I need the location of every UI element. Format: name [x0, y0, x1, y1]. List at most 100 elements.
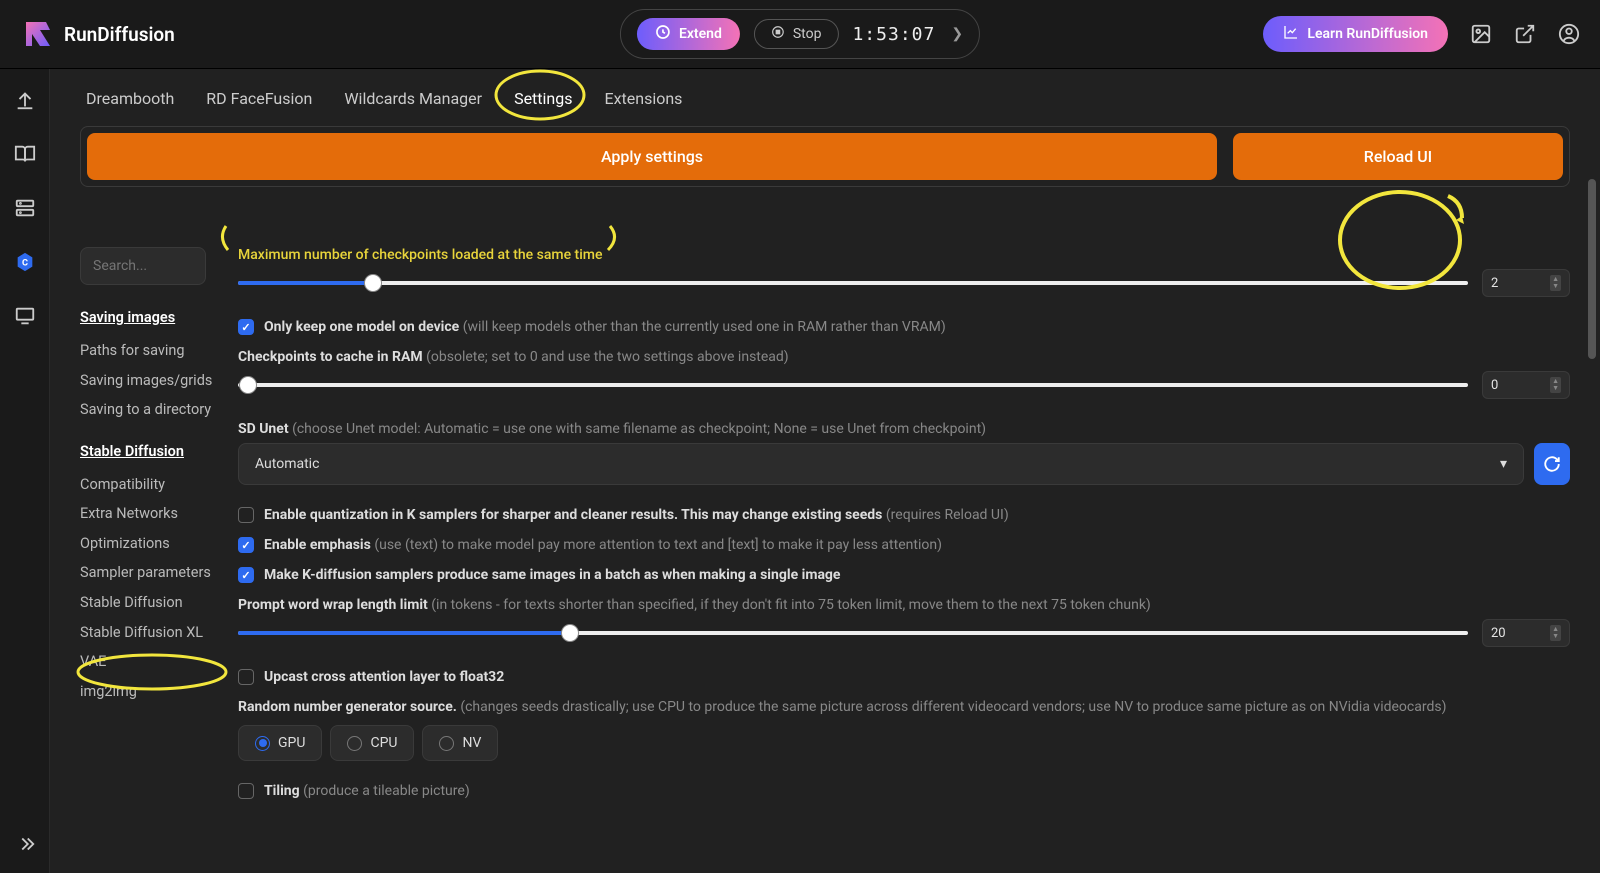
emphasis-label: Enable emphasis: [264, 537, 371, 553]
chevron-right-icon[interactable]: ❯: [951, 26, 963, 42]
side-item-compat[interactable]: Compatibility: [80, 470, 214, 500]
learn-button[interactable]: Learn RunDiffusion: [1263, 16, 1448, 52]
server-icon[interactable]: [14, 197, 36, 219]
upcast-label: Upcast cross attention layer to float32: [264, 669, 504, 685]
image-icon[interactable]: [1470, 23, 1492, 45]
setting-only-keep[interactable]: Only keep one model on device (will keep…: [238, 319, 1570, 335]
side-item-extra-networks[interactable]: Extra Networks: [80, 499, 214, 529]
book-icon[interactable]: [14, 143, 36, 165]
tiling-muted: (produce a tileable picture): [303, 783, 470, 799]
side-item-optimizations[interactable]: Optimizations: [80, 529, 214, 559]
side-item-vae[interactable]: VAE: [80, 647, 214, 677]
side-item-paths[interactable]: Paths for saving: [80, 336, 214, 366]
sd-unet-value: Automatic: [255, 456, 319, 472]
setting-emphasis[interactable]: Enable emphasis (use (text) to make mode…: [238, 537, 1570, 553]
rng-label: Random number generator source.: [238, 699, 457, 715]
wrap-value[interactable]: 20▲▼: [1482, 619, 1570, 647]
session-controls: Extend Stop 1:53:07 ❯: [620, 9, 980, 59]
side-item-sampler-params[interactable]: Sampler parameters: [80, 558, 214, 588]
stop-label: Stop: [793, 26, 822, 42]
settings-main: Maximum number of checkpoints loaded at …: [238, 247, 1570, 813]
rng-muted: (changes seeds drastically; use CPU to p…: [460, 699, 1446, 715]
upload-icon[interactable]: [14, 89, 36, 111]
apply-settings-button[interactable]: Apply settings: [87, 133, 1217, 180]
side-item-img2img[interactable]: img2img: [80, 677, 214, 707]
user-icon[interactable]: [1558, 23, 1580, 45]
stop-button[interactable]: Stop: [754, 19, 839, 49]
reload-ui-button[interactable]: Reload UI: [1233, 133, 1563, 180]
cache-ram-value[interactable]: 0▲▼: [1482, 371, 1570, 399]
sd-unet-select[interactable]: Automatic ▾: [238, 443, 1524, 485]
external-link-icon[interactable]: [1514, 23, 1536, 45]
setting-rng: Random number generator source. (changes…: [238, 699, 1570, 761]
emphasis-muted: (use (text) to make model pay more atten…: [374, 537, 942, 553]
setting-upcast[interactable]: Upcast cross attention layer to float32: [238, 669, 1570, 685]
stop-icon: [771, 25, 785, 43]
top-bar: RunDiffusion Extend Stop 1:53:07 ❯ Learn…: [0, 0, 1600, 69]
tab-rd-facefusion[interactable]: RD FaceFusion: [204, 85, 314, 112]
search-input[interactable]: [80, 247, 206, 285]
expand-icon[interactable]: [14, 833, 36, 855]
rng-option-gpu[interactable]: GPU: [238, 725, 322, 761]
side-group-saving[interactable]: Saving images: [80, 309, 214, 326]
radio-icon: [347, 736, 362, 751]
extend-button[interactable]: Extend: [637, 18, 740, 50]
svg-text:C: C: [22, 259, 28, 269]
cache-ram-slider[interactable]: [238, 381, 1468, 389]
cache-ram-muted: (obsolete; set to 0 and use the two sett…: [426, 349, 789, 365]
max-ckpt-value[interactable]: 2▲▼: [1482, 269, 1570, 297]
wrap-muted: (in tokens - for texts shorter than spec…: [431, 597, 1151, 613]
clock-plus-icon: [655, 24, 671, 44]
setting-cache-ram: Checkpoints to cache in RAM (obsolete; s…: [238, 349, 1570, 399]
setting-kdiff-batch[interactable]: Make K-diffusion samplers produce same i…: [238, 567, 1570, 583]
rng-option-cpu[interactable]: CPU: [330, 725, 414, 761]
max-ckpt-slider[interactable]: [238, 279, 1468, 287]
logo[interactable]: RunDiffusion: [20, 16, 175, 52]
wrap-slider[interactable]: [238, 629, 1468, 637]
setting-max-checkpoints: Maximum number of checkpoints loaded at …: [238, 247, 1570, 297]
max-ckpt-label: Maximum number of checkpoints loaded at …: [238, 247, 1570, 263]
tab-extensions[interactable]: Extensions: [602, 85, 684, 112]
tiling-label: Tiling: [264, 783, 300, 799]
radio-icon: [439, 736, 454, 751]
learn-label: Learn RunDiffusion: [1307, 26, 1428, 42]
settings-panel: Apply settings Reload UI Saving images P…: [50, 126, 1600, 873]
action-row: Apply settings Reload UI: [80, 126, 1570, 187]
hex-icon[interactable]: C: [14, 251, 36, 273]
side-item-stable-diffusion[interactable]: Stable Diffusion: [80, 588, 214, 618]
side-group-sd[interactable]: Stable Diffusion: [80, 443, 214, 460]
side-item-saving-dir[interactable]: Saving to a directory: [80, 395, 214, 425]
tabs: Dreambooth RD FaceFusion Wildcards Manag…: [50, 69, 1600, 126]
left-sidebar: C: [0, 69, 50, 873]
chart-icon: [1283, 24, 1299, 44]
radio-icon: [255, 736, 270, 751]
side-item-saving-grids[interactable]: Saving images/grids: [80, 366, 214, 396]
only-keep-muted: (will keep models other than the current…: [463, 319, 946, 335]
quant-muted: (requires Reload UI): [886, 507, 1009, 523]
logo-icon: [20, 16, 56, 52]
tab-settings[interactable]: Settings: [512, 85, 574, 112]
monitor-icon[interactable]: [14, 305, 36, 327]
rng-option-nv[interactable]: NV: [422, 725, 498, 761]
sd-unet-muted: (choose Unet model: Automatic = use one …: [292, 421, 986, 437]
refresh-unet-button[interactable]: [1534, 443, 1570, 485]
tab-dreambooth[interactable]: Dreambooth: [84, 85, 176, 112]
checkbox-icon: [238, 669, 254, 685]
setting-quantization[interactable]: Enable quantization in K samplers for sh…: [238, 507, 1570, 523]
settings-side-nav: Saving images Paths for saving Saving im…: [80, 247, 214, 813]
content-area: Dreambooth RD FaceFusion Wildcards Manag…: [50, 69, 1600, 873]
session-timer: 1:53:07: [852, 24, 935, 45]
setting-tiling[interactable]: Tiling (produce a tileable picture): [238, 783, 1570, 799]
chevron-down-icon: ▾: [1500, 456, 1507, 472]
checkbox-icon: [238, 319, 254, 335]
side-item-sdxl[interactable]: Stable Diffusion XL: [80, 618, 214, 648]
extend-label: Extend: [679, 26, 722, 42]
kdiff-label: Make K-diffusion samplers produce same i…: [264, 567, 841, 583]
checkbox-icon: [238, 567, 254, 583]
scrollbar[interactable]: [1588, 179, 1596, 863]
tab-wildcards-manager[interactable]: Wildcards Manager: [342, 85, 484, 112]
quant-label: Enable quantization in K samplers for sh…: [264, 507, 882, 523]
wrap-label: Prompt word wrap length limit: [238, 597, 428, 613]
only-keep-label: Only keep one model on device: [264, 319, 459, 335]
top-right: Learn RunDiffusion: [1263, 16, 1580, 52]
